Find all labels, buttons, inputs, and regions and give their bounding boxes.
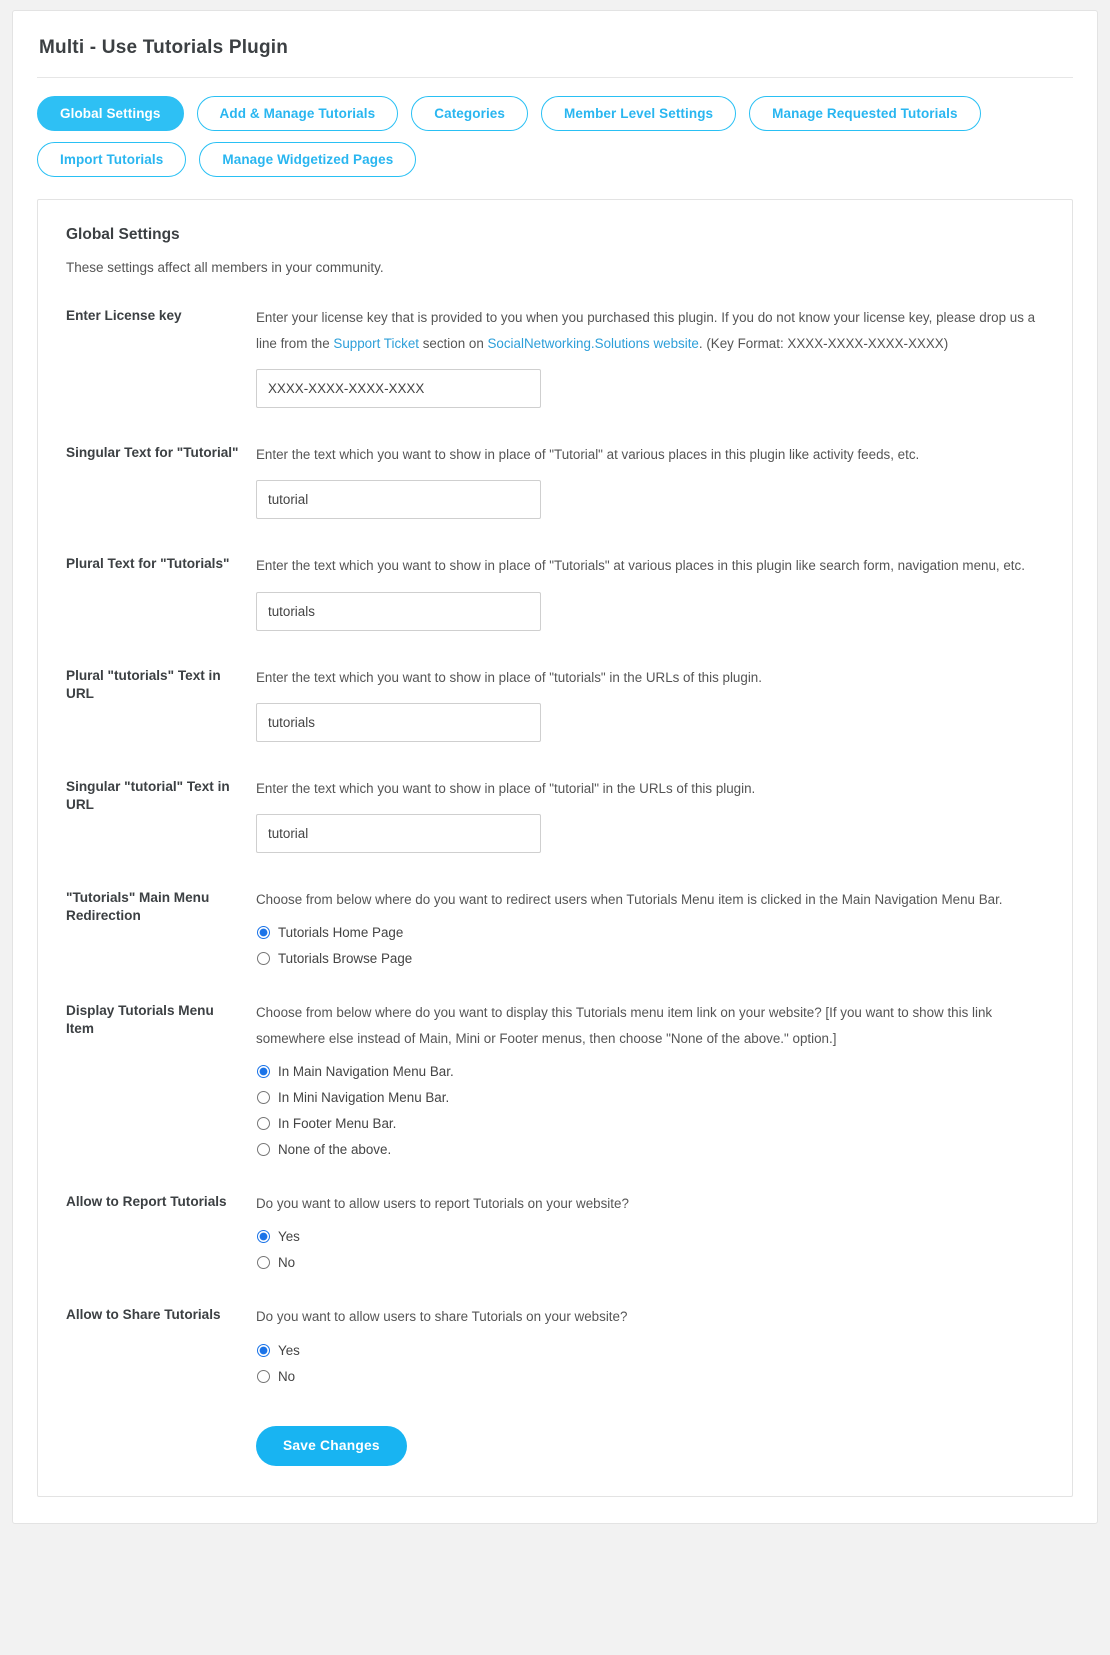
field-label-plural-url: Plural "tutorials" Text in URL (66, 667, 221, 701)
field-row-singular-text: Singular Text for "Tutorial" Enter the t… (66, 442, 1044, 520)
page-title: Multi - Use Tutorials Plugin (39, 37, 289, 58)
radio-option[interactable]: Yes (256, 1343, 1044, 1358)
global-settings-panel: Global Settings These settings affect al… (37, 199, 1073, 1497)
plural-text-input[interactable] (256, 591, 541, 631)
field-label-menu-redirection: "Tutorials" Main Menu Redirection (66, 889, 210, 924)
radio-label: No (278, 1368, 296, 1384)
radio-input[interactable] (257, 1343, 270, 1357)
field-body-allow-share: Do you want to allow users to share Tuto… (256, 1304, 1044, 1466)
radio-label: Tutorials Browse Page (278, 950, 413, 966)
field-desc-allow-report: Do you want to allow users to report Tut… (256, 1196, 629, 1212)
radio-option[interactable]: In Mini Navigation Menu Bar. (256, 1090, 1044, 1105)
radio-group-allow-report: Yes No (256, 1229, 1044, 1270)
field-desc-display-menu-item: Choose from below where do you want to d… (256, 1004, 993, 1047)
singular-url-input[interactable] (256, 813, 541, 853)
radio-input[interactable] (257, 1369, 270, 1383)
tab-categories[interactable]: Categories (411, 96, 529, 131)
radio-label: In Main Navigation Menu Bar. (278, 1064, 454, 1080)
radio-input[interactable] (257, 1091, 270, 1105)
radio-label: Tutorials Home Page (278, 924, 404, 940)
radio-label: Yes (278, 1229, 300, 1245)
field-desc-singular-text: Enter the text which you want to show in… (256, 447, 920, 463)
field-body-display-menu-item: Choose from below where do you want to d… (256, 1000, 1044, 1157)
radio-option[interactable]: None of the above. (256, 1142, 1044, 1157)
field-row-singular-url: Singular "tutorial" Text in URL Enter th… (66, 776, 1044, 853)
field-label-allow-share: Allow to Share Tutorials (66, 1307, 221, 1323)
tab-bar: Global Settings Add & Manage Tutorials Cat… (37, 96, 1073, 177)
field-row-allow-report: Allow to Report Tutorials Do you want to… (66, 1191, 1044, 1270)
page-wrapper: Multi - Use Tutorials Plugin Global Sett… (0, 0, 1110, 1536)
field-desc-plural-text: Enter the text which you want to show in… (256, 558, 1025, 574)
radio-label: None of the above. (278, 1142, 392, 1158)
field-row-plural-url: Plural "tutorials" Text in URL Enter the… (66, 665, 1044, 742)
field-label-singular-url: Singular "tutorial" Text in URL (66, 778, 230, 813)
field-desc-allow-share: Do you want to allow users to share Tuto… (256, 1309, 628, 1325)
tab-manage-requested-tutorials[interactable]: Manage Requested Tutorials (749, 96, 981, 131)
field-label-display-menu-item: Display Tutorials Menu Item (66, 1002, 214, 1037)
field-body-menu-redirection: Choose from below where do you want to r… (256, 887, 1044, 966)
radio-option[interactable]: No (256, 1369, 1044, 1384)
radio-group-menu-redirection: Tutorials Home Page Tutorials Browse Page (256, 925, 1044, 966)
field-desc-license: Enter your license key that is provided … (256, 305, 1044, 357)
radio-option[interactable]: In Footer Menu Bar. (256, 1116, 1044, 1131)
field-desc-singular-url: Enter the text which you want to show in… (256, 780, 756, 796)
radio-group-display-menu-item: In Main Navigation Menu Bar. In Mini Navi… (256, 1064, 1044, 1157)
plural-url-input[interactable] (256, 702, 541, 742)
field-row-allow-share: Allow to Share Tutorials Do you want to … (66, 1304, 1044, 1466)
field-desc-plural-url: Enter the text which you want to show in… (256, 669, 762, 685)
field-row-menu-redirection: "Tutorials" Main Menu Redirection Choose… (66, 887, 1044, 966)
field-row-license: Enter License key Enter your license key… (66, 305, 1044, 409)
field-label-singular-text: Singular Text for "Tutorial" (66, 445, 239, 461)
radio-input[interactable] (257, 1230, 270, 1244)
field-body-license: Enter your license key that is provided … (256, 305, 1044, 409)
radio-group-allow-share: Yes No (256, 1343, 1044, 1384)
socialnetworking-solutions-link[interactable]: SocialNetworking.Solutions website (487, 336, 698, 351)
tab-member-level-settings[interactable]: Member Level Settings (541, 96, 737, 131)
panel-subtitle: These settings affect all members in you… (66, 260, 384, 275)
tab-global-settings[interactable]: Global Settings (37, 96, 184, 131)
radio-option[interactable]: No (256, 1255, 1044, 1270)
radio-label: No (278, 1255, 296, 1271)
tab-add-manage-tutorials[interactable]: Add & Manage Tutorials (196, 96, 399, 131)
save-area: Save Changes (256, 1425, 1044, 1466)
radio-option[interactable]: Tutorials Home Page (256, 925, 1044, 940)
license-desc-part2: section on (419, 336, 488, 352)
field-body-plural-url: Enter the text which you want to show in… (256, 665, 1044, 742)
field-label-license: Enter License key (66, 308, 182, 323)
tab-manage-widgetized-pages[interactable]: Manage Widgetized Pages (199, 142, 417, 177)
field-label-plural-text: Plural Text for "Tutorials" (66, 556, 230, 572)
field-row-display-menu-item: Display Tutorials Menu Item Choose from … (66, 1000, 1044, 1157)
radio-input[interactable] (257, 1256, 270, 1270)
radio-input[interactable] (257, 1117, 270, 1131)
radio-input[interactable] (257, 1065, 270, 1079)
field-body-singular-url: Enter the text which you want to show in… (256, 776, 1044, 853)
radio-label: In Mini Navigation Menu Bar. (278, 1090, 450, 1106)
license-key-input[interactable] (256, 369, 541, 409)
support-ticket-link[interactable]: Support Ticket (333, 336, 419, 351)
field-row-plural-text: Plural Text for "Tutorials" Enter the te… (66, 553, 1044, 631)
plugin-card: Multi - Use Tutorials Plugin Global Sett… (12, 10, 1098, 1524)
radio-option[interactable]: In Main Navigation Menu Bar. (256, 1064, 1044, 1079)
singular-text-input[interactable] (256, 480, 541, 520)
panel-heading: Global Settings (66, 226, 180, 243)
radio-label: Yes (278, 1342, 300, 1358)
save-changes-button[interactable]: Save Changes (256, 1425, 407, 1466)
field-body-allow-report: Do you want to allow users to report Tut… (256, 1191, 1044, 1270)
title-divider (37, 77, 1073, 78)
radio-option[interactable]: Tutorials Browse Page (256, 951, 1044, 966)
field-desc-menu-redirection: Choose from below where do you want to r… (256, 891, 1003, 907)
field-body-plural-text: Enter the text which you want to show in… (256, 553, 1044, 631)
radio-input[interactable] (257, 951, 270, 965)
license-desc-part3: . (Key Format: XXXX-XXXX-XXXX-XXXX) (698, 336, 949, 352)
field-label-allow-report: Allow to Report Tutorials (66, 1194, 227, 1210)
tab-import-tutorials[interactable]: Import Tutorials (37, 142, 187, 177)
radio-input[interactable] (257, 1143, 270, 1157)
field-body-singular-text: Enter the text which you want to show in… (256, 442, 1044, 520)
radio-input[interactable] (257, 925, 270, 939)
radio-label: In Footer Menu Bar. (278, 1116, 397, 1132)
radio-option[interactable]: Yes (256, 1229, 1044, 1244)
